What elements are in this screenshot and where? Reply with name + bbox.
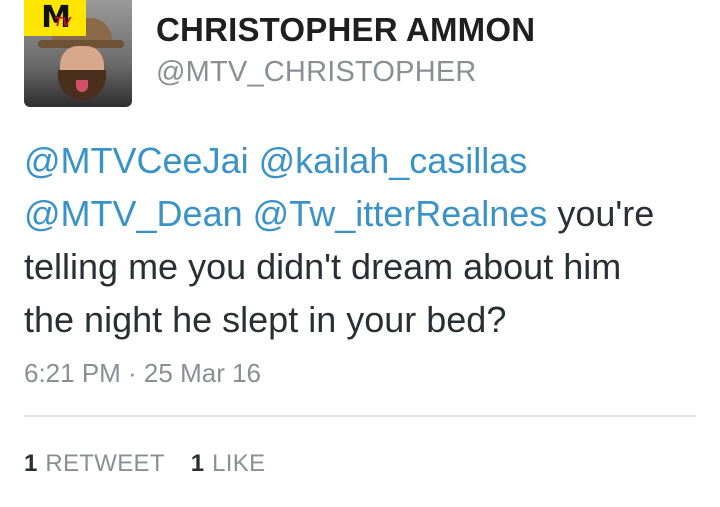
likes-label: LIKE xyxy=(212,450,266,477)
tweet-timestamp[interactable]: 6:21 PM · 25 Mar 16 xyxy=(24,358,261,389)
author-names: CHRISTOPHER AMMON @MTV_CHRISTOPHER xyxy=(156,10,535,89)
mtv-logo-icon: M TV xyxy=(24,0,86,36)
mention-link[interactable]: @Tw_itterRealnes xyxy=(253,193,548,234)
retweets-count: 1 xyxy=(24,450,38,477)
tweet-text-segment: you're xyxy=(557,193,655,234)
divider xyxy=(24,415,696,417)
tweet-text: @MTVCeeJai @kailah_casillas @MTV_Dean @T… xyxy=(24,134,714,346)
mention-link[interactable]: @MTV_Dean xyxy=(24,193,243,234)
retweets-label: RETWEET xyxy=(45,450,165,477)
avatar[interactable]: M TV xyxy=(24,0,132,107)
tweet-header: M TV CHRISTOPHER AMMON @MTV_CHRISTOPHER xyxy=(24,0,704,110)
mention-link[interactable]: @MTVCeeJai xyxy=(24,140,249,181)
mtv-logo-tv: TV xyxy=(54,14,71,29)
likes-stat[interactable]: 1 LIKE xyxy=(191,450,266,478)
mention-link[interactable]: @kailah_casillas xyxy=(259,140,528,181)
retweets-stat[interactable]: 1 RETWEET xyxy=(24,450,165,478)
display-name[interactable]: CHRISTOPHER AMMON xyxy=(156,10,535,50)
tweet-stats: 1 RETWEET 1 LIKE xyxy=(24,450,265,478)
tweet-text-segment: the night he slept in your bed? xyxy=(24,299,507,340)
tweet-text-segment: telling me you didn't dream about him xyxy=(24,246,622,287)
likes-count: 1 xyxy=(190,450,205,477)
avatar-tongue xyxy=(76,80,88,92)
user-handle[interactable]: @MTV_CHRISTOPHER xyxy=(156,56,535,89)
